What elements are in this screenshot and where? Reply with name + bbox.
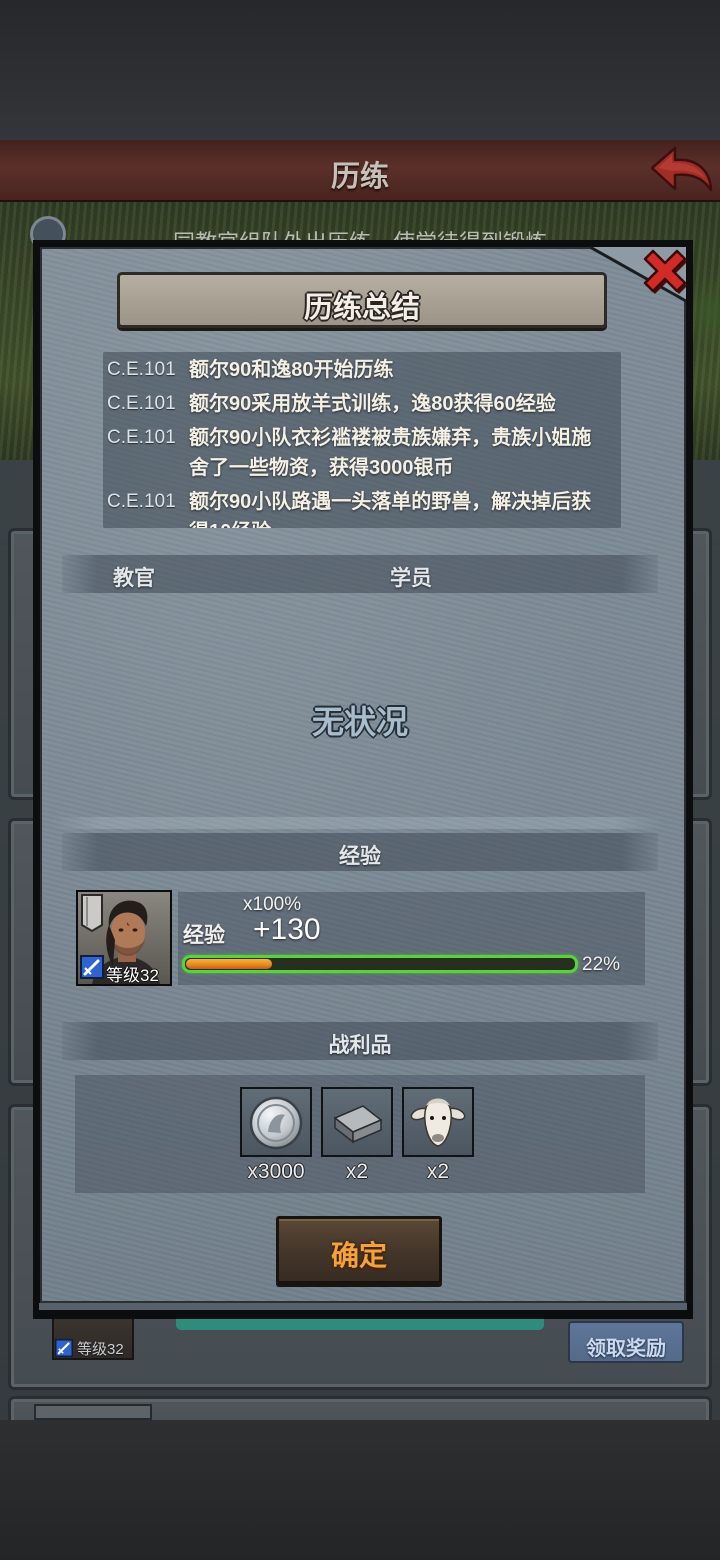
back-button[interactable] [648,144,714,198]
flag-icon [81,894,103,933]
page-title: 历练 [330,161,389,193]
iron-ingot-icon [333,1105,383,1144]
modal-title: 历练总结 [303,292,420,324]
log-entry: C.E.101 额尔90小队路遇一头落单的野兽，解决掉后获得10经验 [107,487,621,528]
bottom-dark-area [0,1420,720,1560]
card-thumbnail [34,1404,152,1420]
experience-header-label: 经验 [339,845,381,868]
top-dark-area [0,0,720,140]
back-arrow-icon[interactable] [648,144,714,198]
loot-item[interactable] [240,1087,312,1157]
silver-coin-icon [249,1096,303,1150]
log-entry: C.E.101 额尔90小队衣衫褴褛被贵族嫌弃，贵族小姐施舍了一些物资，获得30… [107,423,621,483]
modal-title-banner: 历练总结 [117,272,607,328]
exp-progress-bar [182,955,578,973]
loot-item[interactable] [321,1087,393,1157]
loot-header-label: 战利品 [328,1034,392,1057]
loot-count: x2 [426,1160,450,1183]
claim-reward-button: 领取奖励 [568,1321,684,1363]
instructor-label: 教官 [113,567,155,590]
header-bar: 历练 [0,140,720,202]
log-date: C.E.101 [107,359,176,380]
log-text: 额尔90小队路遇一头落单的野兽，解决掉后获得10经验 [189,491,592,528]
student-level: 等级32 [106,966,159,985]
exp-gain: +130 [253,913,321,946]
event-log[interactable]: C.E.101 额尔90和逸80开始历练 C.E.101 额尔90采用放羊式训练… [103,352,621,528]
game-screen: 历练 同教官组队外出历练，使学徒得到锻炼 等级32 领取奖励 [0,0,720,1560]
close-icon[interactable] [635,243,693,301]
confirm-label: 确定 [330,1240,387,1271]
loot-item[interactable] [402,1087,474,1157]
level-label: 等级32 [77,1341,124,1358]
claim-reward-label: 领取奖励 [586,1338,666,1360]
log-entry: C.E.101 额尔90采用放羊式训练，逸80获得60经验 [107,389,621,419]
log-entry: C.E.101 额尔90和逸80开始历练 [107,355,621,385]
section-divider [52,817,662,829]
log-date: C.E.101 [107,427,176,448]
modal-rim [39,1303,687,1310]
student-label: 学员 [390,567,432,590]
close-button[interactable] [635,243,693,301]
sword-icon [80,955,104,979]
sword-icon [55,1339,73,1357]
log-date: C.E.101 [107,491,176,512]
log-date: C.E.101 [107,393,176,414]
experience-header: 经验 [62,833,658,871]
exp-progress-fill [186,959,272,969]
loot-header: 战利品 [62,1022,658,1060]
confirm-button[interactable]: 确定 [276,1216,442,1284]
roles-header: 教官 学员 [62,555,658,593]
exp-label: 经验 [183,924,225,947]
exp-progress-percent: 22% [582,954,621,975]
log-text: 额尔90和逸80开始历练 [189,359,394,381]
sheep-icon [410,1098,466,1147]
log-text: 额尔90采用放羊式训练，逸80获得60经验 [189,393,556,415]
status-text: 无状况 [311,704,408,740]
log-text: 额尔90小队衣衫褴褛被贵族嫌弃，贵族小姐施舍了一些物资，获得3000银币 [189,427,592,479]
